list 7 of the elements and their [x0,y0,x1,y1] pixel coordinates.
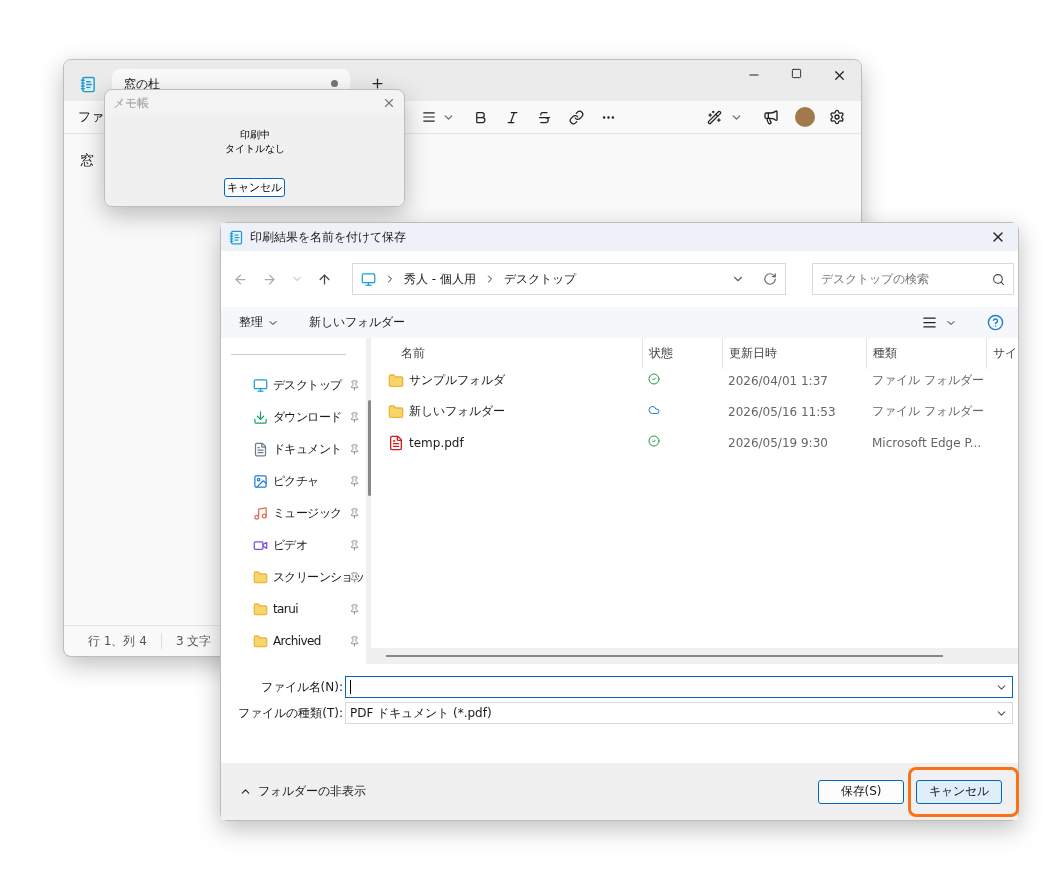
print-status: 印刷中 タイトルなし [224,128,285,156]
character-count: 3 文字 [175,632,212,650]
file-name-label: ファイル名(N): [259,678,344,696]
editor-text: 窓 [80,152,94,168]
dialog-title: 印刷結果を名前を付けて保存 [250,228,406,246]
cursor-position: 行 1、列 4 [88,632,147,650]
file-type-label: ファイルの種類(T): [237,704,344,722]
